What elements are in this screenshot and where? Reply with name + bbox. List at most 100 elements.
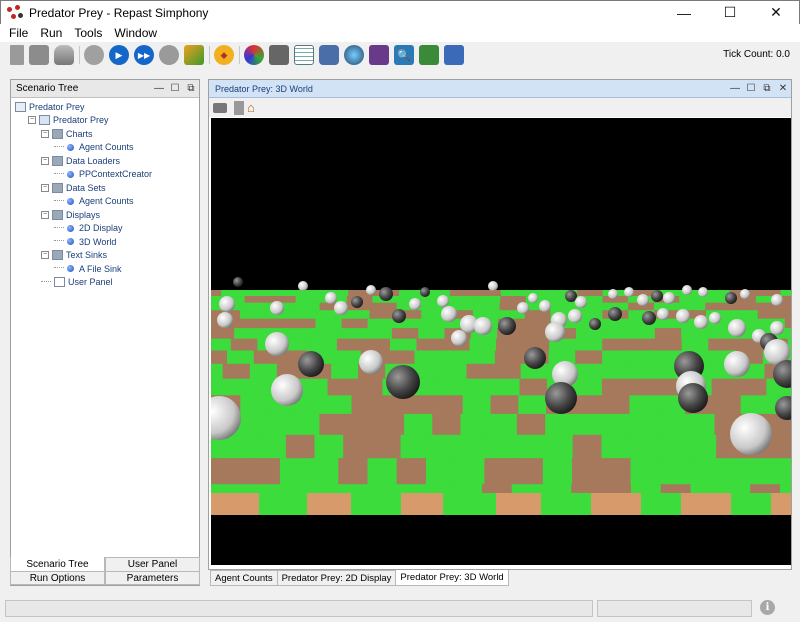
tree-expander-icon[interactable]: − [41, 156, 49, 165]
menu-file[interactable]: File [3, 26, 34, 40]
tree-item[interactable]: − Charts [15, 127, 199, 141]
reset-icon[interactable] [184, 45, 204, 65]
ground-tile [658, 434, 689, 459]
tree-expander-icon[interactable]: − [41, 210, 49, 219]
tree-item[interactable]: Predator Prey [15, 100, 199, 114]
tab-user-panel[interactable]: User Panel [105, 557, 200, 572]
toolbar: ▶ ▶▶ ◆ 🔍 [0, 42, 800, 68]
wolf-agent [233, 277, 243, 287]
info-icon[interactable]: i [760, 600, 775, 615]
tab-parameters[interactable]: Parameters [105, 571, 200, 585]
start-run-icon[interactable]: ▶ [109, 45, 129, 65]
ground-tile [711, 378, 740, 396]
ground-tile [486, 434, 516, 459]
initialize-icon[interactable] [84, 45, 104, 65]
minimize-button[interactable]: — [661, 1, 707, 25]
tree-item[interactable]: − Data Loaders [15, 154, 199, 168]
tab-scenario-tree[interactable]: Scenario Tree [10, 557, 105, 572]
tree-item[interactable]: 2D Display [15, 222, 199, 236]
tree-expander-icon[interactable]: − [41, 183, 49, 192]
tree-connector [54, 235, 64, 241]
tree-expander-icon[interactable]: − [41, 129, 49, 138]
close-button[interactable]: ✕ [753, 1, 799, 25]
wolf-agent [545, 382, 577, 414]
camera-icon[interactable] [213, 102, 227, 113]
ground-tile [629, 395, 658, 415]
tree-item[interactable]: Agent Counts [15, 141, 199, 155]
wolf-agent [725, 292, 737, 304]
3d-world-viewport[interactable] [211, 118, 791, 565]
ground-tile [601, 413, 631, 436]
menu-tools[interactable]: Tools [68, 26, 108, 40]
display-minimize-icon[interactable]: — [727, 83, 743, 94]
ground-tile [658, 413, 687, 436]
palette-icon[interactable] [244, 45, 264, 65]
tree-item[interactable]: − Displays [15, 208, 199, 222]
tree-connector [54, 262, 64, 268]
tab-agent-counts[interactable]: Agent Counts [210, 570, 278, 586]
database-icon[interactable] [54, 45, 74, 65]
batch-icon[interactable] [419, 45, 439, 65]
tree-expander-icon[interactable]: − [28, 116, 36, 125]
tree-item[interactable]: User Panel [15, 276, 199, 290]
tree-item-label: Displays [66, 209, 101, 220]
ground-tile [577, 290, 604, 297]
ground-tile [731, 302, 758, 311]
tree-item[interactable]: − Text Sinks [15, 249, 199, 263]
home-icon[interactable]: ⌂ [247, 100, 261, 115]
disk-icon[interactable] [269, 45, 289, 65]
ground-tile [211, 290, 222, 297]
select-icon[interactable] [234, 100, 244, 115]
ground-tile [310, 338, 338, 352]
ground-edge [259, 493, 307, 515]
save-model-icon[interactable] [10, 45, 24, 65]
wolf-agent [386, 365, 420, 399]
wolf-agent [589, 318, 601, 330]
folder-icon [52, 128, 63, 139]
tree-item[interactable]: PPContextCreator [15, 168, 199, 182]
ground-tile [515, 434, 545, 459]
display-tabs: Agent Counts Predator Prey: 2D Display P… [210, 570, 509, 586]
panel-maximize-icon[interactable]: ☐ [167, 83, 183, 94]
grid-icon[interactable] [444, 45, 464, 65]
tab-2d-display[interactable]: Predator Prey: 2D Display [276, 570, 397, 586]
menu-run[interactable]: Run [34, 26, 68, 40]
tab-run-options[interactable]: Run Options [10, 571, 105, 585]
maximize-button[interactable]: ☐ [707, 1, 753, 25]
ground-tile [601, 378, 630, 396]
step-run-icon[interactable]: ▶▶ [134, 45, 154, 65]
ground-tile [245, 378, 274, 396]
tab-3d-world[interactable]: Predator Prey: 3D World [395, 570, 509, 586]
ground-tile [222, 363, 251, 380]
ground-tile [629, 363, 657, 380]
sheep-agent [657, 308, 669, 320]
search-icon[interactable]: 🔍 [394, 45, 414, 65]
globe-icon[interactable] [344, 45, 364, 65]
ground-tile [211, 363, 224, 380]
panel-minimize-icon[interactable]: — [151, 83, 167, 94]
panel-float-icon[interactable]: ⧉ [183, 83, 199, 94]
tree-expander-icon[interactable]: − [41, 251, 49, 260]
tree-item[interactable]: Agent Counts [15, 195, 199, 209]
ground-tile [419, 318, 447, 329]
ground-edge [641, 493, 681, 515]
ground-edge [731, 493, 771, 515]
table-icon[interactable] [294, 45, 314, 65]
display-close-icon[interactable]: ✕ [775, 83, 791, 94]
display-maximize-icon[interactable]: ☐ [743, 83, 759, 94]
tree-item[interactable]: − Predator Prey [15, 114, 199, 128]
ground-tile [211, 302, 218, 311]
network-icon[interactable] [369, 45, 389, 65]
stop-run-icon[interactable] [159, 45, 179, 65]
pause-icon[interactable]: ◆ [214, 45, 234, 65]
tree-item[interactable]: − Data Sets [15, 181, 199, 195]
ground-tile [297, 290, 324, 297]
tree-item[interactable]: 3D World [15, 235, 199, 249]
menu-window[interactable]: Window [108, 26, 163, 40]
ground-tile [271, 290, 298, 297]
save-icon[interactable] [29, 45, 49, 65]
folder-icon [52, 250, 63, 261]
display-float-icon[interactable]: ⧉ [759, 83, 775, 94]
tree-item[interactable]: A File Sink [15, 262, 199, 276]
server-icon[interactable] [319, 45, 339, 65]
